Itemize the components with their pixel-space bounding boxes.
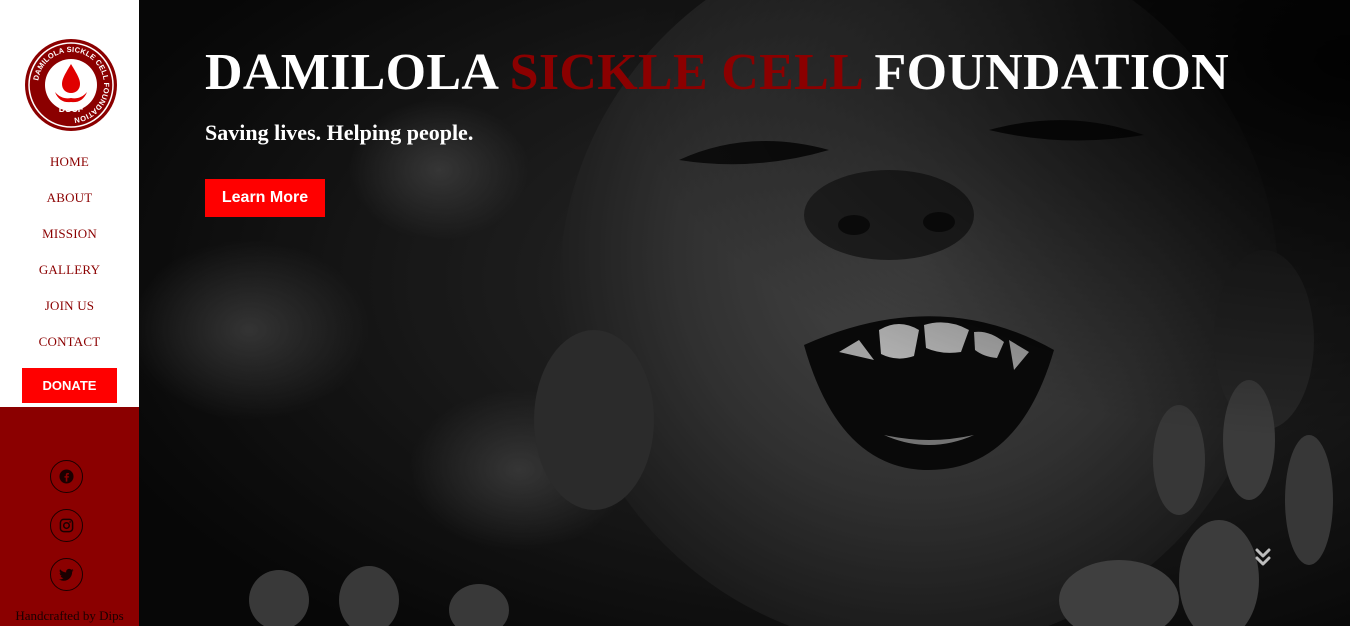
nav-gallery[interactable]: GALLERY — [39, 259, 100, 295]
learn-more-button[interactable]: Learn More — [205, 179, 325, 217]
sidebar: DAMILOLA SICKLE CELL FOUNDATION DSCF HOM… — [0, 0, 139, 626]
nav-about[interactable]: ABOUT — [47, 187, 93, 223]
hero-title: DAMILOLA SICKLE CELL FOUNDATION — [205, 42, 1229, 104]
foundation-logo[interactable]: DAMILOLA SICKLE CELL FOUNDATION DSCF — [24, 38, 118, 132]
nav-mission[interactable]: MISSION — [42, 223, 97, 259]
twitter-icon — [59, 568, 74, 581]
hero-section: DAMILOLA SICKLE CELL FOUNDATION Saving l… — [139, 0, 1350, 626]
instagram-link[interactable] — [50, 509, 83, 542]
hero-title-accent: SICKLE CELL — [509, 44, 862, 101]
hero-title-part1: DAMILOLA — [205, 44, 497, 101]
donate-button[interactable]: DONATE — [22, 368, 117, 403]
social-panel: Handcrafted by Dips — [0, 407, 139, 626]
hero-title-part3: FOUNDATION — [874, 44, 1229, 101]
hero-content: DAMILOLA SICKLE CELL FOUNDATION Saving l… — [205, 42, 1229, 217]
facebook-icon — [59, 469, 74, 484]
main-nav: HOME ABOUT MISSION GALLERY JOIN US CONTA… — [0, 151, 139, 403]
credit-text: Handcrafted by Dips — [15, 608, 124, 623]
hero-subtitle: Saving lives. Helping people. — [205, 120, 474, 145]
page: DAMILOLA SICKLE CELL FOUNDATION DSCF HOM… — [0, 0, 1350, 626]
nav-contact[interactable]: CONTACT — [39, 331, 101, 367]
nav-join-us[interactable]: JOIN US — [45, 295, 94, 331]
facebook-link[interactable] — [50, 460, 83, 493]
chevron-double-down-icon[interactable] — [1254, 547, 1272, 569]
logo-badge: DSCF — [59, 104, 84, 114]
instagram-icon — [59, 518, 74, 533]
nav-home[interactable]: HOME — [50, 151, 89, 187]
twitter-link[interactable] — [50, 558, 83, 591]
